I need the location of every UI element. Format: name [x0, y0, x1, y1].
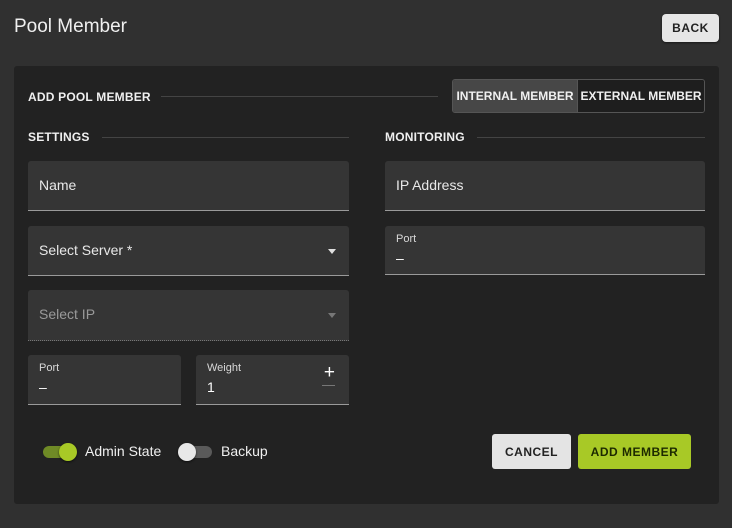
monitoring-heading: MONITORING: [385, 130, 465, 144]
ip-select[interactable]: Select IP: [28, 290, 349, 341]
settings-port-value: –: [39, 379, 47, 395]
server-placeholder: Select Server *: [39, 242, 133, 258]
admin-state-switch[interactable]: [43, 443, 77, 461]
chevron-down-icon: [328, 249, 336, 254]
settings-port-input[interactable]: Port –: [28, 355, 181, 405]
card-title: ADD POOL MEMBER: [28, 90, 151, 104]
server-select[interactable]: Select Server *: [28, 226, 349, 276]
add-member-button[interactable]: ADD MEMBER: [578, 434, 691, 469]
internal-member-option[interactable]: INTERNAL MEMBER: [453, 80, 577, 112]
switch-knob: [178, 443, 196, 461]
member-type-toggle: INTERNAL MEMBER EXTERNAL MEMBER: [452, 79, 705, 113]
backup-label: Backup: [221, 443, 268, 459]
settings-divider: [102, 137, 349, 138]
settings-port-label: Port: [39, 362, 60, 374]
minus-icon[interactable]: [322, 385, 335, 386]
cancel-button[interactable]: CANCEL: [492, 434, 571, 469]
plus-icon[interactable]: +: [324, 363, 335, 382]
weight-stepper[interactable]: Weight 1 +: [196, 355, 349, 405]
name-placeholder: Name: [39, 177, 77, 193]
monitoring-port-value: –: [396, 250, 404, 266]
chevron-down-icon: [328, 313, 336, 318]
name-input[interactable]: Name: [28, 161, 349, 211]
add-pool-member-card: ADD POOL MEMBER INTERNAL MEMBER EXTERNAL…: [14, 66, 719, 504]
page-title: Pool Member: [14, 16, 127, 37]
monitoring-ip-placeholder: IP Address: [396, 177, 464, 193]
admin-state-label: Admin State: [85, 443, 162, 459]
weight-value: 1: [207, 379, 215, 395]
backup-switch[interactable]: [178, 443, 212, 461]
title-divider: [161, 96, 438, 97]
external-member-option[interactable]: EXTERNAL MEMBER: [577, 80, 704, 112]
monitoring-port-input[interactable]: Port –: [385, 226, 705, 275]
ip-placeholder: Select IP: [39, 306, 96, 322]
switch-knob: [59, 443, 77, 461]
monitoring-port-label: Port: [396, 233, 417, 245]
settings-heading: SETTINGS: [28, 130, 90, 144]
monitoring-divider: [477, 137, 705, 138]
weight-label: Weight: [207, 362, 242, 374]
back-button[interactable]: BACK: [662, 14, 719, 42]
monitoring-ip-input[interactable]: IP Address: [385, 161, 705, 211]
